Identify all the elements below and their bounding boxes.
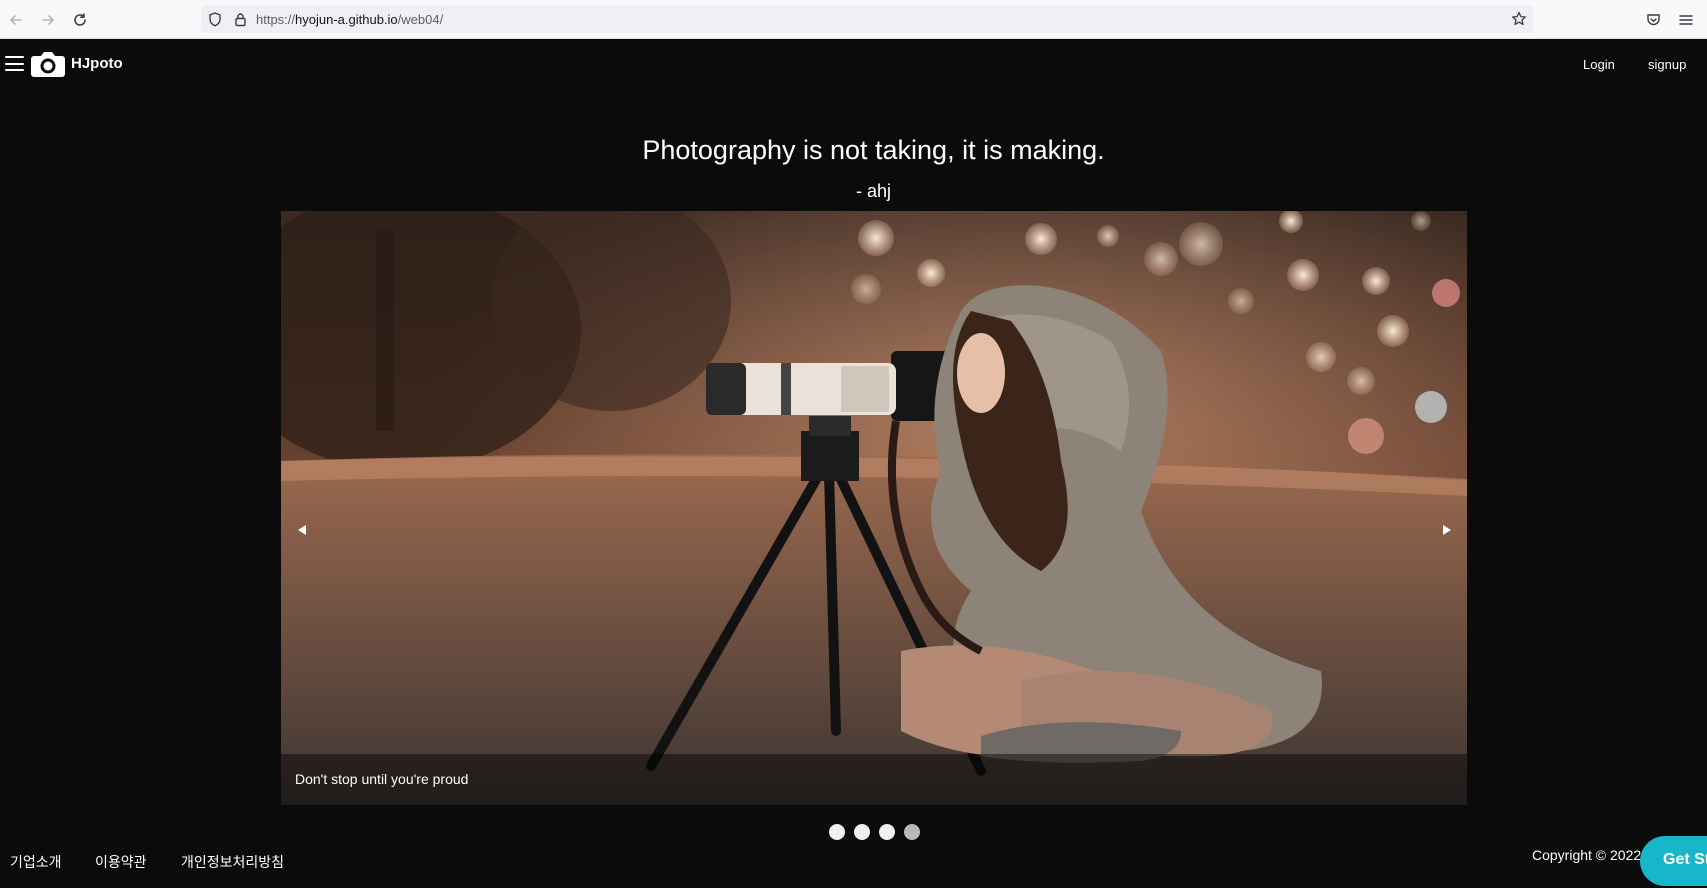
hero-quote: Photography is not taking, it is making. bbox=[642, 135, 1105, 165]
url-path: /web04/ bbox=[397, 12, 444, 27]
footer-link-company[interactable]: 기업소개 bbox=[10, 852, 62, 872]
url-scheme: https:// bbox=[256, 12, 296, 27]
next-arrow-icon[interactable] bbox=[1440, 523, 1454, 537]
carousel-dot[interactable] bbox=[904, 824, 920, 840]
carousel-dot[interactable] bbox=[879, 824, 895, 840]
hero-author: - ahj bbox=[855, 181, 891, 201]
login-link[interactable]: Login bbox=[1583, 57, 1615, 72]
camera-icon[interactable] bbox=[30, 49, 66, 79]
bookmark-star-icon[interactable] bbox=[1511, 11, 1527, 27]
back-arrow-icon[interactable] bbox=[7, 11, 25, 29]
get-started-label: Get St bbox=[1663, 851, 1707, 868]
lock-icon[interactable] bbox=[232, 11, 248, 27]
footer-link-privacy[interactable]: 개인정보처리방침 bbox=[181, 852, 284, 872]
brand-name[interactable]: HJpoto bbox=[71, 55, 123, 72]
reload-icon[interactable] bbox=[71, 11, 89, 29]
url-text: https://hyojun-a.github.io/web04/ bbox=[256, 12, 443, 27]
url-host: hyojun-a.github.io bbox=[295, 12, 398, 27]
forward-arrow-icon[interactable] bbox=[39, 11, 57, 29]
prev-arrow-icon[interactable] bbox=[295, 523, 309, 537]
shield-icon[interactable] bbox=[207, 11, 223, 27]
footer-link-terms[interactable]: 이용약관 bbox=[95, 852, 147, 872]
address-bar[interactable]: https://hyojun-a.github.io/web04/ bbox=[201, 5, 1534, 33]
copyright-text: Copyright © 2022 bbox=[1532, 847, 1642, 863]
signup-link[interactable]: signup bbox=[1648, 57, 1686, 72]
carousel-dot[interactable] bbox=[854, 824, 870, 840]
image-carousel[interactable]: Don't stop until you're proud bbox=[281, 211, 1467, 805]
carousel-indicators bbox=[829, 824, 920, 840]
browser-toolbar: https://hyojun-a.github.io/web04/ bbox=[0, 0, 1707, 39]
carousel-dot[interactable] bbox=[829, 824, 845, 840]
slide-photo bbox=[281, 211, 1467, 805]
hamburger-menu-icon[interactable] bbox=[5, 56, 24, 71]
get-started-button[interactable]: Get St bbox=[1640, 836, 1707, 886]
browser-menu-icon[interactable] bbox=[1677, 11, 1695, 29]
caption-bar: Don't stop until you're proud bbox=[281, 754, 1467, 805]
slide-caption: Don't stop until you're proud bbox=[295, 771, 469, 787]
site-header: HJpoto Login signup bbox=[0, 39, 1707, 89]
pocket-icon[interactable] bbox=[1644, 11, 1662, 29]
